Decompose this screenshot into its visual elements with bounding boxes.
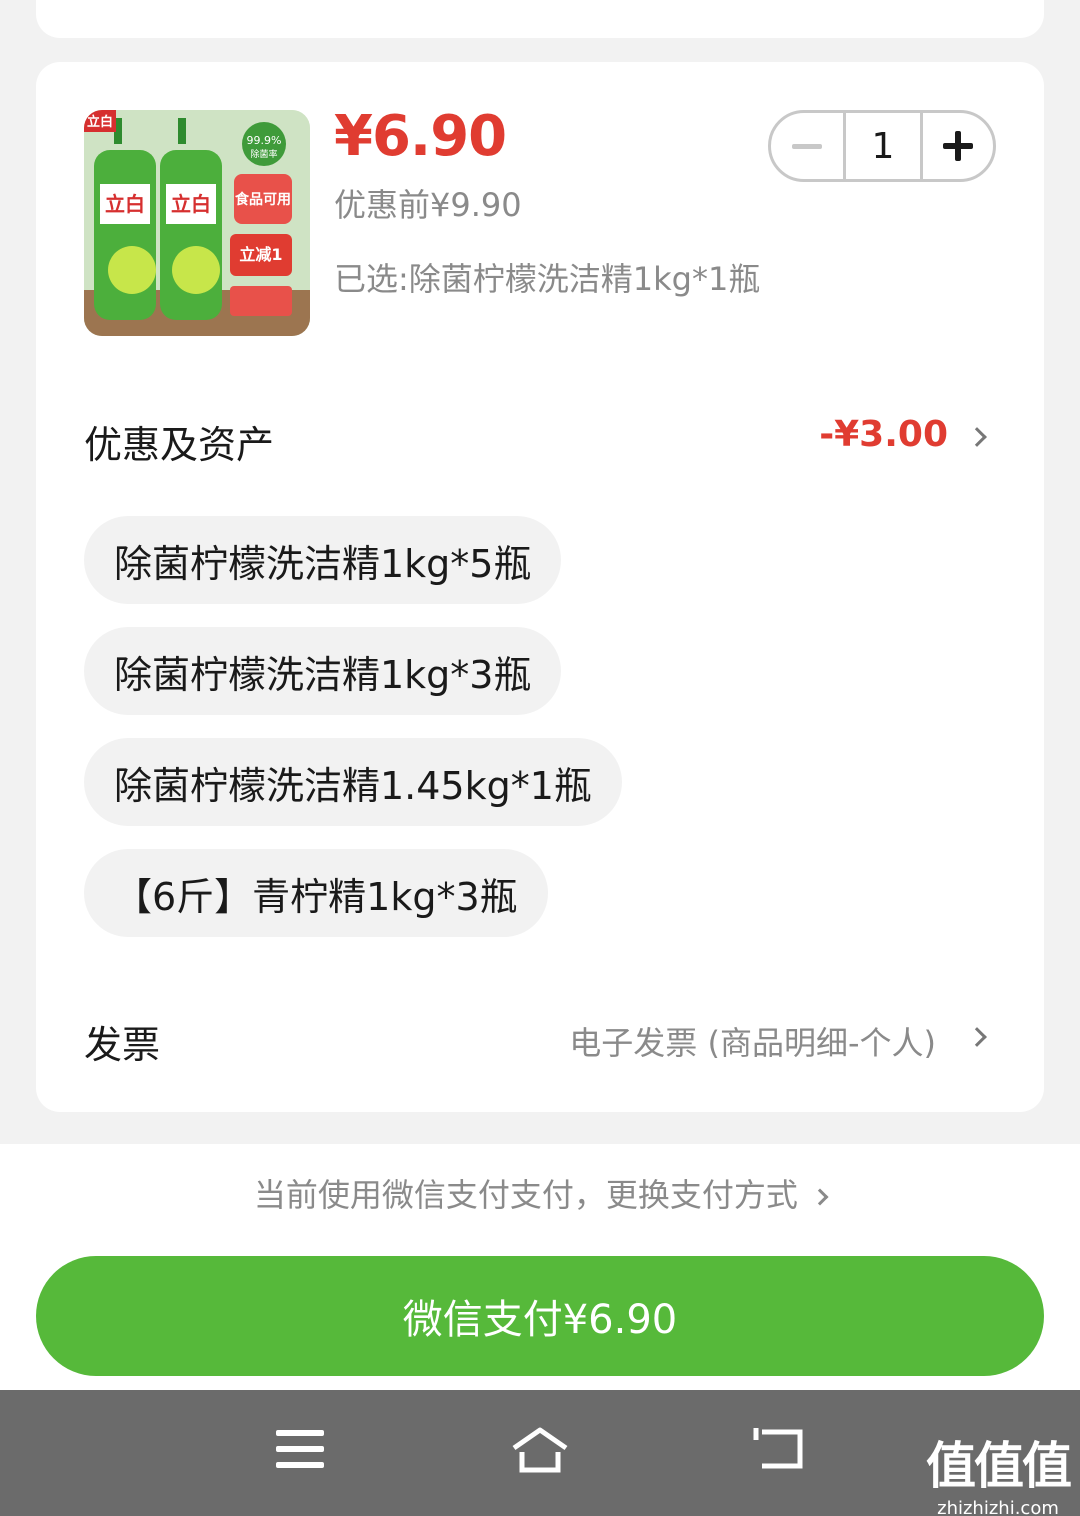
watermark-logo: 值值值 bbox=[926, 1437, 1072, 1495]
invoice-label: 发票 bbox=[84, 1023, 161, 1067]
plus-icon bbox=[943, 131, 973, 161]
order-card: 立白 立白 立白 99.9% 除菌率 食品可用 立减1 ¥6.90 优惠前¥9.… bbox=[36, 62, 1044, 1112]
chevron-right-icon bbox=[811, 1188, 829, 1206]
product-price: ¥6.90 bbox=[334, 104, 507, 169]
discount-value[interactable]: -¥3.00 bbox=[819, 414, 948, 455]
watermark: 值值值 zhizhizhi.com bbox=[926, 1426, 1072, 1516]
variant-option-4[interactable]: 【6斤】青柠精1kg*3瓶 bbox=[84, 849, 548, 937]
bottle-brand-1: 立白 bbox=[105, 192, 145, 216]
product-illustration: 立白 立白 立白 99.9% 除菌率 食品可用 立减1 bbox=[84, 110, 310, 336]
variant-option-2[interactable]: 除菌柠檬洗洁精1kg*3瓶 bbox=[84, 627, 562, 715]
invoice-value[interactable]: 电子发票 (商品明细-个人) bbox=[569, 1018, 936, 1064]
food-grade-label: 食品可用 bbox=[235, 191, 291, 208]
minus-icon bbox=[792, 143, 822, 149]
watermark-url: zhizhizhi.com bbox=[937, 1498, 1059, 1516]
quantity-stepper: 1 bbox=[768, 110, 996, 182]
decrease-button[interactable] bbox=[771, 113, 843, 179]
system-nav-bar bbox=[0, 1390, 1080, 1516]
back-icon[interactable] bbox=[752, 1426, 808, 1472]
increase-button[interactable] bbox=[923, 113, 993, 179]
corner-brand: 立白 bbox=[87, 114, 113, 130]
pay-button[interactable]: 微信支付¥6.90 bbox=[36, 1256, 1044, 1376]
payment-method-text[interactable]: 当前使用微信支付支付，更换支付方式 bbox=[254, 1176, 798, 1214]
rate-badge: 99.9% bbox=[247, 134, 282, 147]
rate-badge-label: 除菌率 bbox=[250, 148, 277, 160]
discount-label: 优惠及资产 bbox=[84, 423, 275, 467]
payment-area: 当前使用微信支付支付，更换支付方式 微信支付¥6.90 bbox=[0, 1144, 1080, 1390]
variant-option-3[interactable]: 除菌柠檬洗洁精1.45kg*1瓶 bbox=[84, 738, 622, 826]
product-image: 立白 立白 立白 99.9% 除菌率 食品可用 立减1 bbox=[84, 110, 310, 336]
menu-icon[interactable] bbox=[276, 1428, 324, 1470]
selected-spec: 已选:除菌柠檬洗洁精1kg*1瓶 bbox=[334, 260, 761, 298]
quantity-value[interactable]: 1 bbox=[843, 113, 923, 179]
bottle-brand-2: 立白 bbox=[171, 192, 211, 216]
promo-label: 立减1 bbox=[239, 245, 282, 264]
home-icon[interactable] bbox=[510, 1426, 570, 1474]
previous-card bbox=[36, 0, 1044, 38]
payment-method-hint[interactable]: 当前使用微信支付支付，更换支付方式 bbox=[0, 1170, 1080, 1216]
discount-chevron-icon[interactable] bbox=[967, 427, 987, 447]
variant-option-1[interactable]: 除菌柠檬洗洁精1kg*5瓶 bbox=[84, 516, 562, 604]
invoice-chevron-icon[interactable] bbox=[967, 1027, 987, 1047]
original-price: 优惠前¥9.90 bbox=[334, 186, 522, 224]
